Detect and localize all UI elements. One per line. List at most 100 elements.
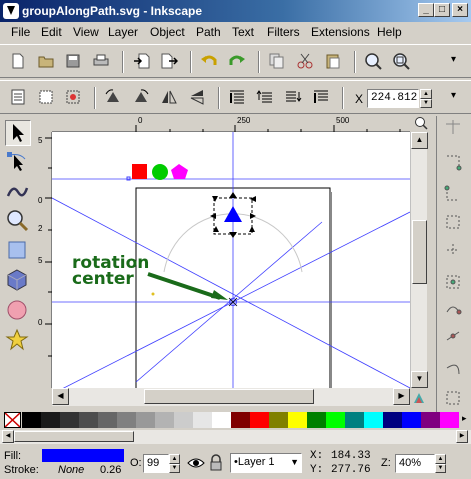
green-circle[interactable] [152, 164, 168, 180]
redo-icon[interactable] [228, 52, 246, 70]
palette-swatch[interactable] [193, 412, 212, 428]
menu-layer[interactable]: Layer [108, 25, 138, 39]
palette-swatch[interactable] [231, 412, 250, 428]
palette-swatch[interactable] [345, 412, 364, 428]
close-button[interactable]: × [452, 3, 468, 17]
flip-horizontal-icon[interactable] [160, 88, 178, 106]
zoom-increment[interactable]: ▲ [435, 454, 446, 464]
deselect-icon[interactable] [64, 88, 82, 106]
palette-swatch[interactable] [440, 412, 459, 428]
scroll-down-button[interactable]: ▼ [411, 371, 428, 388]
layer-selector[interactable]: •Layer 1 ▼ [230, 453, 302, 473]
menu-filters[interactable]: Filters [267, 25, 300, 39]
raise-to-top-icon[interactable] [228, 88, 246, 106]
rotate-ccw-icon[interactable] [104, 88, 122, 106]
palette-swatch[interactable] [269, 412, 288, 428]
palette-swatch[interactable] [288, 412, 307, 428]
opacity-decrement[interactable]: ▼ [169, 464, 180, 473]
menu-help[interactable]: Help [377, 25, 402, 39]
rectangle-tool[interactable] [5, 238, 31, 264]
zoom-decrement[interactable]: ▼ [435, 464, 446, 473]
menu-file[interactable]: File [11, 25, 30, 39]
palette-scroll-left[interactable]: ◀ [2, 430, 14, 443]
copy-icon[interactable] [268, 52, 286, 70]
eye-icon[interactable] [187, 454, 205, 472]
toolbar-overflow-arrow[interactable]: ▾ [451, 90, 456, 101]
select-all-icon[interactable] [9, 88, 27, 106]
palette-swatch[interactable] [60, 412, 79, 428]
menu-path[interactable]: Path [196, 25, 221, 39]
lock-icon[interactable] [209, 454, 223, 472]
lower-to-bottom-icon[interactable] [312, 88, 330, 106]
zoom-to-fit-icon[interactable] [414, 116, 428, 130]
palette-swatch[interactable] [41, 412, 60, 428]
palette-swatch[interactable] [98, 412, 117, 428]
annotation-text-line2[interactable]: center [72, 271, 134, 288]
color-manage-icon[interactable] [413, 392, 425, 404]
scroll-up-button[interactable]: ▲ [411, 132, 428, 149]
palette-swatch[interactable] [402, 412, 421, 428]
palette-swatch[interactable] [117, 412, 136, 428]
menu-text[interactable]: Text [232, 25, 254, 39]
vertical-scrollbar[interactable]: ▲ ▼ [410, 132, 428, 388]
palette-swatch[interactable] [364, 412, 383, 428]
no-paint-swatch[interactable] [4, 412, 21, 428]
maximize-button[interactable]: □ [434, 3, 450, 17]
scroll-left-button[interactable]: ◀ [52, 388, 69, 405]
palette-scrollbar[interactable]: ◀ ▶ [0, 430, 471, 444]
palette-swatch[interactable] [22, 412, 41, 428]
palette-swatch[interactable] [307, 412, 326, 428]
toolbar-overflow-arrow[interactable]: ▾ [451, 54, 456, 65]
horizontal-scrollbar[interactable]: ◀ ▶ [52, 388, 410, 406]
horizontal-scroll-thumb[interactable] [144, 389, 314, 404]
palette-swatch[interactable] [212, 412, 231, 428]
paste-icon[interactable] [324, 52, 342, 70]
opacity-increment[interactable]: ▲ [169, 454, 180, 464]
palette-swatch[interactable] [174, 412, 193, 428]
palette-swatch[interactable] [79, 412, 98, 428]
palette-swatch[interactable] [421, 412, 440, 428]
zoom-tool[interactable] [5, 208, 31, 234]
drawing-canvas[interactable]: rotation center [52, 132, 410, 388]
vertical-scroll-thumb[interactable] [412, 220, 427, 284]
fill-color-indicator[interactable] [42, 449, 124, 462]
save-icon[interactable] [64, 52, 82, 70]
undo-icon[interactable] [200, 52, 218, 70]
palette-swatch[interactable] [155, 412, 174, 428]
flip-vertical-icon[interactable] [188, 88, 206, 106]
open-icon[interactable] [37, 52, 55, 70]
palette-swatch[interactable] [383, 412, 402, 428]
menu-extensions[interactable]: Extensions [311, 25, 370, 39]
scroll-right-button[interactable]: ▶ [393, 388, 410, 405]
palette-swatch[interactable] [250, 412, 269, 428]
zoom-drawing-icon[interactable] [392, 52, 410, 70]
3d-box-tool[interactable] [5, 268, 31, 294]
palette-swatch[interactable] [326, 412, 345, 428]
export-icon[interactable] [160, 52, 178, 70]
zoom-selection-icon[interactable] [364, 52, 382, 70]
node-tool[interactable] [5, 150, 31, 176]
x-decrement-button[interactable]: ▼ [420, 99, 432, 108]
stroke-width[interactable]: 0.26 [100, 464, 121, 476]
menu-edit[interactable]: Edit [41, 25, 62, 39]
tweak-tool[interactable] [5, 178, 31, 204]
zoom-input[interactable]: 40% [395, 454, 435, 473]
ellipse-tool[interactable] [5, 298, 31, 324]
selector-tool[interactable] [5, 120, 31, 146]
palette-scroll-thumb[interactable] [14, 431, 134, 442]
guide-handle[interactable] [126, 176, 131, 181]
menu-object[interactable]: Object [150, 25, 185, 39]
cut-icon[interactable] [296, 52, 314, 70]
print-icon[interactable] [92, 52, 110, 70]
new-document-icon[interactable] [9, 52, 27, 70]
opacity-input[interactable]: 99 [143, 454, 169, 473]
palette-scroll-right[interactable]: ▶ [456, 430, 468, 443]
palette-menu-arrow[interactable]: ▸ [462, 413, 467, 424]
rotate-cw-icon[interactable] [132, 88, 150, 106]
red-square[interactable] [132, 164, 147, 179]
import-icon[interactable] [133, 52, 151, 70]
menu-view[interactable]: View [73, 25, 99, 39]
minimize-button[interactable]: _ [418, 3, 434, 17]
lower-icon[interactable] [284, 88, 302, 106]
stroke-value[interactable]: None [58, 464, 84, 476]
